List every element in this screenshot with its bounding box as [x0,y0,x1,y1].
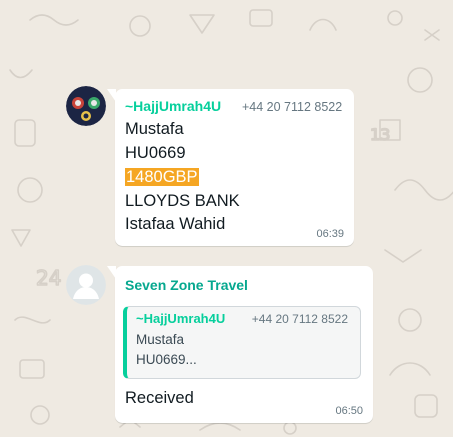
message-text: Received [125,389,194,407]
sender-phone: +44 20 7112 8522 [242,100,343,114]
svg-text:24: 24 [36,266,61,290]
quoted-sender-name: ~HajjUmrah4U [136,311,226,326]
message-line-highlighted: 1480GBP [125,166,199,188]
message-line: Mustafa [125,120,184,138]
group-photo-icon [66,86,106,126]
quoted-sender-phone: +44 20 7112 8522 [251,312,348,326]
default-person-avatar-icon [66,265,106,305]
message-time: 06:50 [335,405,363,417]
quoted-text-line: Mustafa [136,332,185,347]
search-highlight: 1480GBP [125,168,199,186]
message-line: Istafaa Wahid [125,215,226,233]
message-bubble[interactable]: Seven Zone Travel ~HajjUmrah4U +44 20 71… [107,266,373,423]
message-line: LLOYDS BANK [125,192,240,210]
message-time: 06:39 [316,228,344,240]
avatar[interactable] [66,86,106,126]
sender-name[interactable]: Seven Zone Travel [125,277,248,293]
sender-name[interactable]: ~HajjUmrah4U [125,98,221,114]
avatar[interactable] [66,265,106,305]
message-bubble[interactable]: ~HajjUmrah4U +44 20 7112 8522 Mustafa HU… [107,89,354,246]
quoted-message[interactable]: ~HajjUmrah4U +44 20 7112 8522 Mustafa HU… [123,306,361,379]
message-line: HU0669 [125,144,186,162]
svg-text:13: 13 [370,125,390,144]
quoted-text-line: HU0669... [136,352,197,367]
